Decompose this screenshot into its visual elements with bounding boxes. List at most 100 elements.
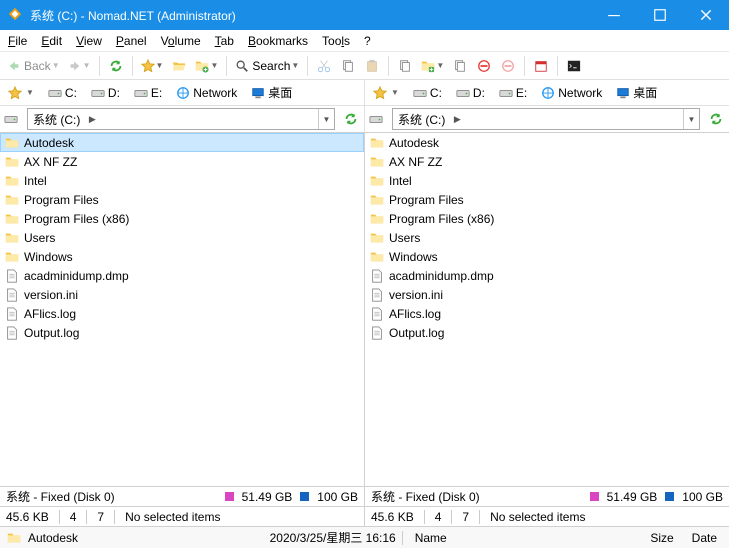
menu-help[interactable]: ? [364,34,371,48]
file-row[interactable]: version.ini [0,285,364,304]
file-row[interactable]: AFlics.log [365,304,729,323]
total-swatch-icon [300,492,309,501]
file-name: Output.log [24,326,79,340]
drive-桌面[interactable]: 桌面 [612,83,661,102]
minimize-button[interactable] [591,0,637,30]
file-row[interactable]: Autodesk [365,133,729,152]
chevron-right-icon[interactable]: ▶ [85,109,99,129]
file-row[interactable]: AX NF ZZ [0,152,364,171]
file-name: Users [389,231,420,245]
copy-button[interactable] [337,55,359,77]
delete2-button[interactable] [497,55,519,77]
file-row[interactable]: Autodesk [0,133,364,152]
drive-C[interactable]: C: [44,85,81,101]
file-name: version.ini [24,288,78,302]
file-row[interactable]: Output.log [0,323,364,342]
col-date[interactable]: Date [686,531,723,545]
maximize-button[interactable] [637,0,683,30]
paste-button[interactable] [361,55,383,77]
file-row[interactable]: Windows [365,247,729,266]
breadcrumb-dropdown[interactable]: ▼ [318,109,334,129]
breadcrumb-dropdown[interactable]: ▼ [683,109,699,129]
menu-panel[interactable]: Panel [116,34,147,48]
menu-edit[interactable]: Edit [41,34,62,48]
menu-file[interactable]: File [8,34,27,48]
file-row[interactable]: Output.log [365,323,729,342]
left-breadcrumb[interactable]: 系统 (C:) ▶ ▼ [27,108,335,130]
right-file-list[interactable]: Autodesk AX NF ZZIntelProgram Files Progra… [365,133,729,486]
file-icon [369,325,385,341]
file-row[interactable]: Users [0,228,364,247]
drive-C[interactable]: C: [409,85,446,101]
folder-add-button[interactable]: ▼ [418,55,447,77]
breadcrumb-root[interactable]: 系统 (C:) [393,109,450,129]
menu-tab[interactable]: Tab [215,34,234,48]
chevron-right-icon[interactable]: ▶ [450,109,464,129]
search-button[interactable]: Search▼ [232,55,302,77]
col-name[interactable]: Name [409,531,453,545]
refresh-button[interactable] [105,55,127,77]
drive-桌面[interactable]: 桌面 [247,83,296,102]
file-name: Program Files (x86) [389,212,494,226]
file-row[interactable]: Intel [365,171,729,190]
copy2-button[interactable] [394,55,416,77]
favorites-drive[interactable]: ▼ [369,85,403,101]
menu-view[interactable]: View [76,34,102,48]
file-name: AFlics.log [389,307,441,321]
app-icon [8,7,24,23]
left-file-list[interactable]: AutodeskAX NF ZZIntel Program Files Progra… [0,133,364,486]
file-row[interactable]: AX NF ZZ [365,152,729,171]
path-refresh-button[interactable] [340,108,362,130]
terminal-button[interactable] [563,55,585,77]
back-button[interactable]: Back▼ [4,55,63,77]
left-selection-status: 45.6 KB 4 7 No selected items [0,506,364,526]
calendar-button[interactable] [530,55,552,77]
breadcrumb-root[interactable]: 系统 (C:) [28,109,85,129]
file-icon [369,268,385,284]
file-row[interactable]: Users [365,228,729,247]
file-row[interactable]: Program Files [0,190,364,209]
folder-icon [369,230,385,246]
file-name: Users [24,231,55,245]
delete-button[interactable] [473,55,495,77]
menu-volume[interactable]: Volume [161,34,201,48]
file-icon [4,287,20,303]
open-folder-button[interactable] [168,55,190,77]
cut-button[interactable] [313,55,335,77]
col-size[interactable]: Size [644,531,679,545]
left-disk-status: 系统 - Fixed (Disk 0) 51.49 GB 100 GB [0,486,364,506]
file-row[interactable]: acadminidump.dmp [365,266,729,285]
close-button[interactable] [683,0,729,30]
drive-Network[interactable]: Network [172,85,241,101]
file-row[interactable]: Program Files [365,190,729,209]
menu-bookmarks[interactable]: Bookmarks [248,34,308,48]
menu-tools[interactable]: Tools [322,34,350,48]
drive-E[interactable]: E: [495,85,531,101]
drive-D[interactable]: D: [87,85,124,101]
path-refresh-button[interactable] [705,108,727,130]
file-name: Program Files [24,193,99,207]
favorites-button[interactable]: ▼ [138,55,167,77]
file-row[interactable]: Windows [0,247,364,266]
right-breadcrumb[interactable]: 系统 (C:) ▶ ▼ [392,108,700,130]
path-hdd-icon[interactable] [365,108,387,130]
status-bar: Autodesk 2020/3/25/星期三 16:16 Name Size D… [0,526,729,548]
new-folder-button[interactable]: ▼ [192,55,221,77]
file-row[interactable]: Program Files (x86) [365,209,729,228]
file-row[interactable]: acadminidump.dmp [0,266,364,285]
file-name: Program Files (x86) [24,212,129,226]
path-hdd-icon[interactable] [0,108,22,130]
file-row[interactable]: Program Files (x86) [0,209,364,228]
file-name: Windows [389,250,438,264]
left-path-bar: 系统 (C:) ▶ ▼ [0,106,364,132]
drive-E[interactable]: E: [130,85,166,101]
forward-button[interactable]: ▼ [65,55,94,77]
file-row[interactable]: version.ini [365,285,729,304]
favorites-drive[interactable]: ▼ [4,85,38,101]
drive-D[interactable]: D: [452,85,489,101]
copy3-button[interactable] [449,55,471,77]
file-row[interactable]: Intel [0,171,364,190]
file-row[interactable]: AFlics.log [0,304,364,323]
drive-Network[interactable]: Network [537,85,606,101]
file-name: Autodesk [389,136,439,150]
